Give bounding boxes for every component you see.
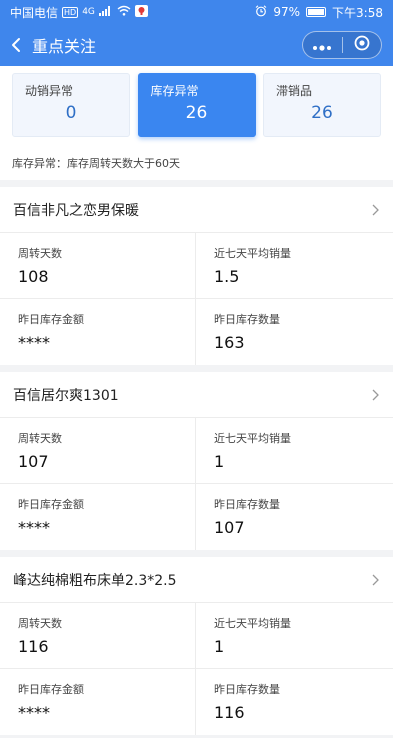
product-metrics: 周转天数 107 近七天平均销量 1 昨日库存金额 **** 昨日库存数量 10… [0,418,393,550]
card-slow-moving[interactable]: 滞销品 26 [263,73,381,137]
product-header[interactable]: 百信居尔爽1301 [0,372,393,418]
metric-value: 108 [18,267,49,286]
metric-avg-sales-7d: 近七天平均销量 1 [196,418,393,484]
metric-avg-sales-7d: 近七天平均销量 1.5 [196,233,393,299]
status-left: 中国电信 HD 4G [10,4,148,21]
battery-icon [306,7,327,17]
chevron-right-icon [372,204,379,216]
metric-turnover-days: 周转天数 107 [0,418,196,484]
more-button[interactable] [303,32,342,58]
product-name: 百信非凡之恋男保暖 [13,202,139,219]
product-metrics: 周转天数 108 近七天平均销量 1.5 昨日库存金额 **** 昨日库存数量 … [0,233,393,365]
metric-value: 1 [214,637,225,656]
hd-badge: HD [62,6,79,18]
chevron-right-icon [372,389,379,401]
metric-label: 昨日库存数量 [214,313,280,326]
card-label: 库存异常 [150,84,199,98]
clock-time: 下午3:58 [332,5,383,20]
status-right: 97% 下午3:58 [255,4,383,21]
product-card: 峰达纯棉粗布床单2.3*2.5 周转天数 116 近七天平均销量 1 昨日库存金… [0,557,393,735]
chevron-left-icon[interactable] [0,24,32,66]
close-button[interactable] [343,32,382,58]
anomaly-description: 库存异常：库存周转天数大于60天 [12,157,180,170]
card-label: 动销异常 [25,84,74,98]
metric-value: **** [18,333,50,352]
metric-turnover-days: 周转天数 108 [0,233,196,299]
metric-value: 107 [214,518,245,537]
wifi-icon [117,5,131,19]
card-sales-anomaly[interactable]: 动销异常 0 [12,73,130,137]
mini-program-capsule [302,31,382,59]
metric-avg-sales-7d: 近七天平均销量 1 [196,603,393,669]
product-name: 峰达纯棉粗布床单2.3*2.5 [13,572,177,589]
metric-stock-quantity: 昨日库存数量 116 [196,669,393,735]
battery-fill [308,9,324,15]
metric-value: 107 [18,452,49,471]
metric-label: 昨日库存数量 [214,498,280,511]
page-title: 重点关注 [32,37,97,56]
battery-percent: 97% [273,5,301,19]
metric-label: 昨日库存数量 [214,683,280,696]
metric-label: 昨日库存金额 [18,683,84,696]
card-value: 0 [65,103,77,123]
signal-icon [98,5,113,19]
summary-cards: 动销异常 0 库存异常 26 滞销品 26 [12,73,381,137]
metric-stock-amount: 昨日库存金额 **** [0,484,196,550]
metric-label: 近七天平均销量 [214,617,291,630]
card-label: 滞销品 [276,84,313,98]
metric-label: 近七天平均销量 [214,247,291,260]
product-metrics: 周转天数 116 近七天平均销量 1 昨日库存金额 **** 昨日库存数量 11… [0,603,393,735]
metric-label: 昨日库存金额 [18,498,84,511]
metric-value: 163 [214,333,245,352]
metric-value: 116 [214,703,245,722]
alarm-icon [255,4,267,20]
target-circle-icon [354,35,370,55]
product-header[interactable]: 峰达纯棉粗布床单2.3*2.5 [0,557,393,603]
metric-stock-quantity: 昨日库存数量 107 [196,484,393,550]
carrier-name: 中国电信 [10,5,59,20]
product-name: 百信居尔爽1301 [13,387,119,404]
card-inventory-anomaly[interactable]: 库存异常 26 [137,73,256,137]
metric-stock-quantity: 昨日库存数量 163 [196,299,393,365]
summary-panel: 动销异常 0 库存异常 26 滞销品 26 库存异常：库存周转天数大于60天 [0,66,393,180]
notification-icon [134,4,148,20]
card-value: 26 [185,103,208,123]
metric-value: 116 [18,637,49,656]
product-card: 百信居尔爽1301 周转天数 107 近七天平均销量 1 昨日库存金额 ****… [0,372,393,550]
more-dots-icon [312,36,332,55]
metric-value: **** [18,518,50,537]
product-list: 百信非凡之恋男保暖 周转天数 108 近七天平均销量 1.5 昨日库存金额 **… [0,187,393,738]
metric-label: 昨日库存金额 [18,313,84,326]
metric-turnover-days: 周转天数 116 [0,603,196,669]
metric-label: 周转天数 [18,432,62,445]
product-header[interactable]: 百信非凡之恋男保暖 [0,187,393,233]
card-value: 26 [311,103,333,123]
product-card: 百信非凡之恋男保暖 周转天数 108 近七天平均销量 1.5 昨日库存金额 **… [0,187,393,365]
metric-label: 周转天数 [18,247,62,260]
metric-stock-amount: 昨日库存金额 **** [0,669,196,735]
network-type: 4G [82,7,95,17]
metric-value: 1.5 [214,267,240,286]
metric-stock-amount: 昨日库存金额 **** [0,299,196,365]
metric-label: 近七天平均销量 [214,432,291,445]
metric-value: **** [18,703,50,722]
metric-value: 1 [214,452,225,471]
metric-label: 周转天数 [18,617,62,630]
status-bar: 中国电信 HD 4G 97% 下午3:58 [0,0,393,24]
nav-bar: 重点关注 [0,24,393,66]
chevron-right-icon [372,574,379,586]
